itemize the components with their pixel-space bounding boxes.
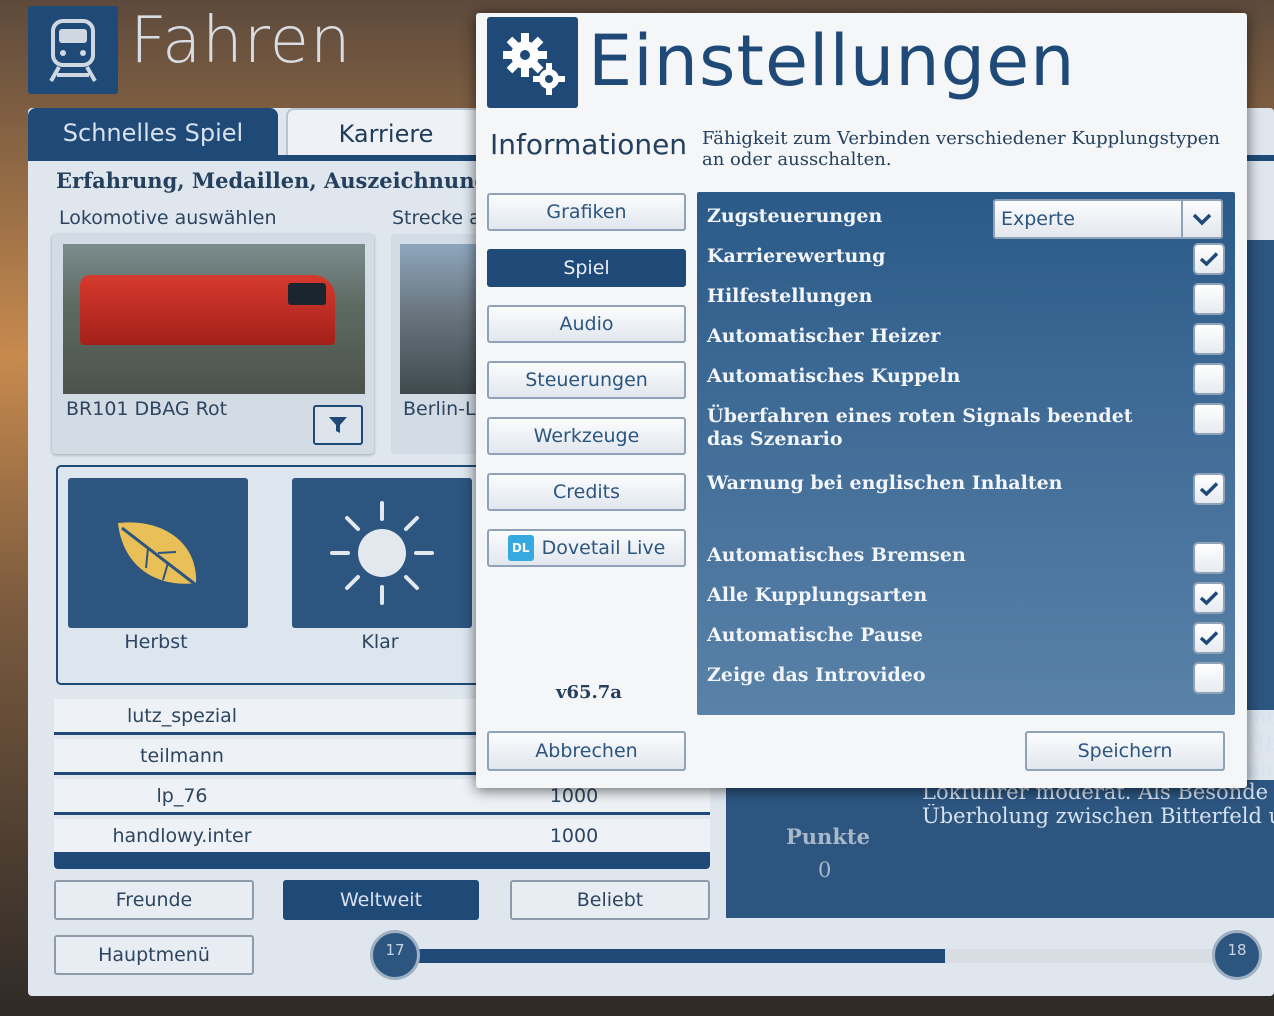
season-autumn-tile[interactable] xyxy=(68,478,248,628)
points-label: Punkte xyxy=(786,824,870,849)
sun-icon xyxy=(330,501,434,605)
english-content-warning-label: Warnung bei englischen Inhalten xyxy=(707,472,1063,494)
nav-dovetail-live-label: Dovetail Live xyxy=(541,537,666,559)
filter-popular-button[interactable]: Beliebt xyxy=(510,880,710,920)
loco-image-window xyxy=(288,283,326,305)
weather-clear-tile[interactable] xyxy=(292,478,472,628)
weather-label: Klar xyxy=(361,631,399,653)
auto-coupling-label: Automatisches Kuppeln xyxy=(707,365,961,387)
save-button[interactable]: Speichern xyxy=(1025,731,1225,771)
auto-fireman-checkbox[interactable] xyxy=(1193,323,1225,355)
auto-brake-label: Automatisches Bremsen xyxy=(707,544,966,566)
nav-controls-button[interactable]: Steuerungen xyxy=(487,361,686,399)
assistance-checkbox[interactable] xyxy=(1193,283,1225,315)
filter-friends-button[interactable]: Freunde xyxy=(54,880,254,920)
spad-ends-scenario-label: Überfahren eines roten Signals beendet d… xyxy=(707,405,1133,450)
loco-name: BR101 DBAG Rot xyxy=(66,398,228,420)
right-side-panel xyxy=(1246,240,1274,710)
route-name: Berlin-L xyxy=(403,398,476,420)
train-controls-select[interactable]: Experte xyxy=(993,199,1223,239)
auto-pause-checkbox[interactable] xyxy=(1193,622,1225,654)
season-label: Herbst xyxy=(124,631,188,653)
english-content-warning-checkbox[interactable] xyxy=(1193,473,1225,505)
leaderboard-row[interactable]: handlowy.inter 1000 xyxy=(54,819,710,855)
checkmark-icon xyxy=(1199,482,1219,497)
checkmark-icon xyxy=(1199,252,1219,267)
gears-icon xyxy=(487,17,578,108)
tab-career[interactable]: Karriere xyxy=(286,108,486,158)
spad-ends-scenario-checkbox[interactable] xyxy=(1193,403,1225,435)
scenario-text-line: Überholung zwischen Bitterfeld u xyxy=(922,804,1274,828)
auto-brake-checkbox[interactable] xyxy=(1193,542,1225,574)
career-rating-checkbox[interactable] xyxy=(1193,243,1225,275)
filter-icon xyxy=(329,417,347,433)
scenario-text-line: ah xyxy=(1247,757,1274,781)
scenario-text-line: mo xyxy=(1247,705,1274,729)
filter-worldwide-button[interactable]: Weltweit xyxy=(283,880,479,920)
setting-description: Fähigkeit zum Verbinden verschiedener Ku… xyxy=(702,128,1221,170)
assistance-label: Hilfestellungen xyxy=(707,285,873,307)
level-progress-fill xyxy=(400,949,945,963)
nav-graphics-button[interactable]: Grafiken xyxy=(487,193,686,231)
all-coupler-types-label: Alle Kupplungsarten xyxy=(707,584,928,606)
nav-tools-button[interactable]: Werkzeuge xyxy=(487,417,686,455)
nav-dovetail-live-button[interactable]: DL Dovetail Live xyxy=(487,529,686,567)
leaderboard-footer xyxy=(54,855,710,869)
level-start-badge: 17 xyxy=(370,930,420,980)
nav-game-button[interactable]: Spiel xyxy=(487,249,686,287)
route-image xyxy=(400,244,481,394)
leaf-icon xyxy=(118,522,201,590)
career-rating-label: Karrierewertung xyxy=(707,245,886,267)
dovetail-live-icon: DL xyxy=(507,535,534,561)
checkmark-icon xyxy=(1199,591,1219,606)
auto-pause-label: Automatische Pause xyxy=(707,624,923,646)
cancel-button[interactable]: Abbrechen xyxy=(487,731,686,771)
nav-audio-button[interactable]: Audio xyxy=(487,305,686,343)
version-label: v65.7a xyxy=(556,682,622,703)
page-title: Fahren xyxy=(130,4,352,78)
auto-coupling-checkbox[interactable] xyxy=(1193,363,1225,395)
checkmark-icon xyxy=(1199,631,1219,646)
points-value: 0 xyxy=(818,858,832,882)
career-subtitle: Erfahrung, Medaillen, Auszeichnungen xyxy=(56,168,518,193)
chevron-down-icon[interactable] xyxy=(1181,201,1221,237)
train-controls-value: Experte xyxy=(1001,208,1075,230)
dialog-title: Einstellungen xyxy=(588,20,1076,102)
tab-quick-game[interactable]: Schnelles Spiel xyxy=(28,108,278,158)
intro-video-checkbox[interactable] xyxy=(1193,662,1225,694)
filter-button[interactable] xyxy=(313,405,363,445)
main-menu-button[interactable]: Hauptmenü xyxy=(54,935,254,975)
route-select-label: Strecke a xyxy=(392,207,481,229)
auto-fireman-label: Automatischer Heizer xyxy=(707,325,941,347)
info-heading: Informationen xyxy=(490,128,688,161)
nav-credits-button[interactable]: Credits xyxy=(487,473,686,511)
all-coupler-types-checkbox[interactable] xyxy=(1193,582,1225,614)
intro-video-label: Zeige das Introvideo xyxy=(707,664,926,686)
loco-select-label: Lokomotive auswählen xyxy=(59,207,277,229)
level-end-badge: 18 xyxy=(1212,930,1262,980)
train-icon xyxy=(28,6,118,94)
scenario-text-line: Hb xyxy=(1247,731,1274,755)
